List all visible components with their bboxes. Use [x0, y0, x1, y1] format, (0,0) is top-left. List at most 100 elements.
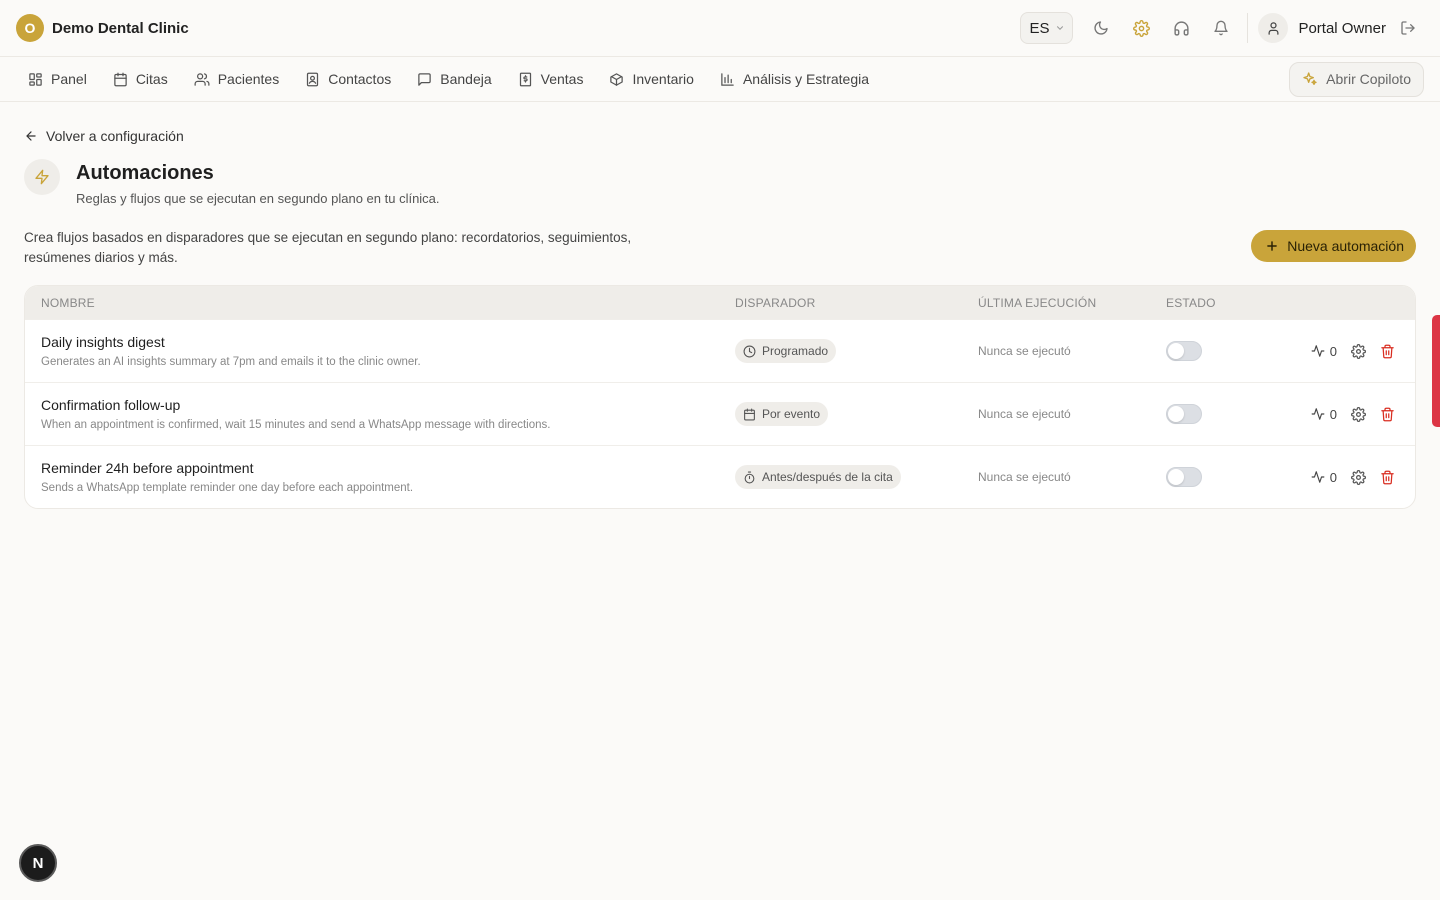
nav-label: Pacientes	[217, 71, 280, 87]
gear-icon[interactable]	[1351, 343, 1366, 359]
run-count: 0	[1329, 406, 1337, 422]
language-select[interactable]: ES	[1020, 12, 1074, 44]
column-header-trigger: DISPARADOR	[735, 295, 816, 310]
user-name: Portal Owner	[1298, 19, 1386, 37]
top-bar: O Demo Dental Clinic ES Portal Owner	[0, 0, 1440, 57]
back-link[interactable]: Volver a configuración	[24, 128, 1416, 144]
run-count: 0	[1329, 343, 1337, 359]
nav-item-inventario[interactable]: Inventario	[609, 71, 694, 87]
column-header-name: NOMBRE	[41, 295, 95, 310]
calendar-icon	[743, 408, 756, 421]
nav-item-pacientes[interactable]: Pacientes	[194, 71, 279, 87]
status-toggle[interactable]	[1166, 467, 1202, 487]
nav-item-bandeja[interactable]: Bandeja	[417, 71, 492, 87]
copilot-label: Abrir Copiloto	[1326, 71, 1411, 87]
column-header-last-run: ÚLTIMA EJECUCIÓN	[978, 295, 1097, 310]
chart-icon	[720, 72, 735, 87]
last-run: Nunca se ejecutó	[978, 344, 1071, 358]
message-icon	[417, 72, 432, 87]
lightning-icon	[24, 159, 60, 195]
new-automation-label: Nueva automación	[1287, 238, 1404, 254]
page-header: Automaciones Reglas y flujos que se ejec…	[24, 159, 1416, 206]
back-label: Volver a configuración	[46, 128, 184, 144]
nav-item-contactos[interactable]: Contactos	[305, 71, 391, 87]
trigger-badge: Programado	[735, 339, 837, 363]
theme-toggle-button[interactable]	[1081, 12, 1121, 44]
trigger-badge: Por evento	[735, 402, 829, 426]
main-nav: Panel Citas Pacientes Contactos Bandeja …	[0, 57, 1440, 102]
run-history-button[interactable]: 0	[1311, 470, 1337, 485]
automation-description: Sends a WhatsApp template reminder one d…	[41, 482, 414, 494]
bell-icon	[1213, 20, 1229, 36]
status-toggle[interactable]	[1166, 341, 1202, 361]
avatar	[1258, 13, 1289, 43]
moon-icon	[1093, 20, 1109, 36]
nav-item-analisis[interactable]: Análisis y Estrategia	[720, 71, 869, 87]
dashboard-icon	[28, 72, 43, 87]
dev-tools-badge[interactable]: N	[19, 844, 57, 882]
nav-label: Inventario	[632, 71, 694, 87]
description-line: resúmenes diarios y más.	[24, 250, 178, 265]
trigger-badge: Antes/después de la cita	[735, 465, 901, 489]
feedback-side-tab[interactable]	[1432, 315, 1440, 427]
nav-label: Citas	[135, 71, 168, 87]
timer-icon	[743, 471, 756, 484]
chevron-down-icon	[1055, 23, 1065, 33]
automation-description: Generates an AI insights summary at 7pm …	[41, 356, 421, 368]
description-line: Crea flujos basados en disparadores que …	[24, 230, 632, 245]
automation-description: When an appointment is confirmed, wait 1…	[41, 419, 551, 431]
clinic-name: Demo Dental Clinic	[52, 19, 189, 37]
new-automation-button[interactable]: Nueva automación	[1251, 230, 1416, 262]
arrow-left-icon	[24, 129, 38, 143]
trash-icon[interactable]	[1380, 407, 1395, 422]
table-row[interactable]: Confirmation follow-up When an appointme…	[25, 382, 1415, 445]
automation-name: Reminder 24h before appointment	[41, 460, 254, 476]
user-menu[interactable]: Portal Owner	[1258, 13, 1392, 43]
trigger-label: Programado	[762, 344, 829, 358]
status-toggle[interactable]	[1166, 404, 1202, 424]
run-count: 0	[1329, 469, 1337, 485]
user-icon	[1266, 21, 1281, 36]
logout-button[interactable]	[1392, 12, 1424, 44]
trigger-label: Por evento	[762, 407, 821, 421]
run-history-button[interactable]: 0	[1311, 407, 1337, 422]
contact-icon	[305, 72, 320, 87]
table-header: NOMBRE DISPARADOR ÚLTIMA EJECUCIÓN ESTAD…	[25, 286, 1415, 319]
gear-icon	[1133, 19, 1150, 37]
language-value: ES	[1029, 19, 1050, 37]
activity-icon	[1311, 344, 1325, 358]
last-run: Nunca se ejecutó	[978, 470, 1071, 484]
automation-name: Confirmation follow-up	[41, 397, 181, 413]
logout-icon	[1400, 20, 1416, 36]
nav-item-ventas[interactable]: Ventas	[518, 71, 584, 87]
trash-icon[interactable]	[1380, 470, 1395, 485]
run-history-button[interactable]: 0	[1311, 344, 1337, 359]
support-button[interactable]	[1161, 12, 1201, 44]
column-header-status: ESTADO	[1166, 295, 1216, 310]
gear-icon[interactable]	[1351, 406, 1366, 422]
trash-icon[interactable]	[1380, 344, 1395, 359]
table-row[interactable]: Reminder 24h before appointment Sends a …	[25, 445, 1415, 508]
open-copilot-button[interactable]: Abrir Copiloto	[1289, 61, 1424, 97]
notifications-button[interactable]	[1201, 12, 1241, 44]
table-row[interactable]: Daily insights digest Generates an AI in…	[25, 319, 1415, 382]
nav-item-panel[interactable]: Panel	[28, 71, 87, 87]
sparkles-icon	[1302, 71, 1318, 87]
nav-label: Contactos	[328, 71, 392, 87]
page-subtitle: Reglas y flujos que se ejecutan en segun…	[76, 191, 440, 206]
nav-label: Bandeja	[440, 71, 492, 87]
nav-label: Análisis y Estrategia	[742, 71, 870, 87]
nav-item-citas[interactable]: Citas	[113, 71, 168, 87]
plus-icon	[1265, 239, 1279, 253]
settings-button[interactable]	[1121, 12, 1161, 44]
page-title: Automaciones	[76, 162, 214, 184]
trigger-label: Antes/después de la cita	[762, 470, 893, 484]
nav-label: Ventas	[540, 71, 584, 87]
main-content: Volver a configuración Automaciones Regl…	[0, 128, 1440, 509]
users-icon	[194, 72, 210, 87]
clock-icon	[743, 345, 756, 358]
activity-icon	[1311, 407, 1325, 421]
gear-icon[interactable]	[1351, 469, 1366, 485]
topbar-divider	[1247, 13, 1249, 43]
brand[interactable]: O Demo Dental Clinic	[16, 14, 189, 42]
